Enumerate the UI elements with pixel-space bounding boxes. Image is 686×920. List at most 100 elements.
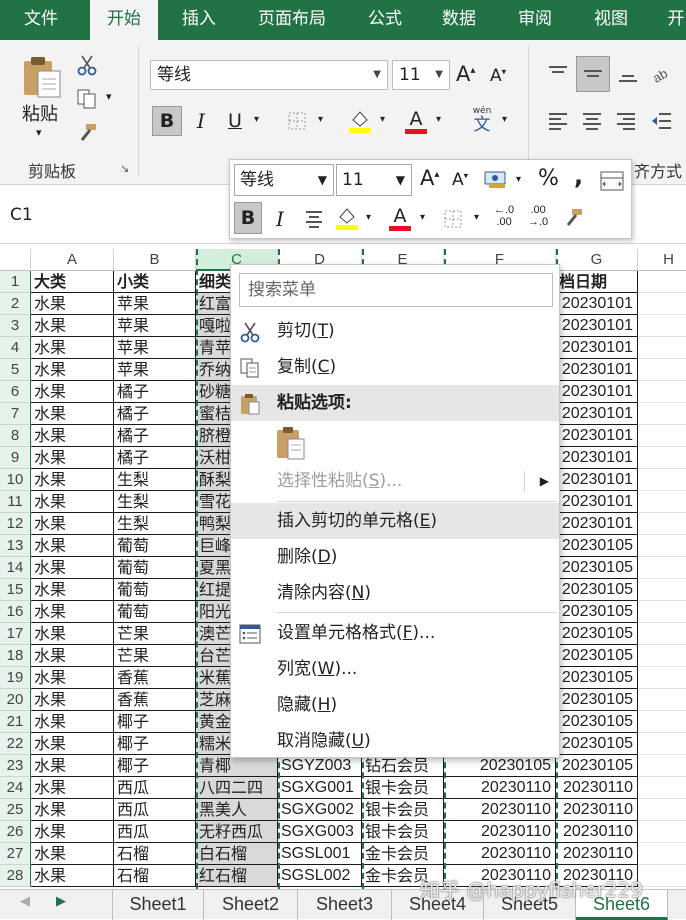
table-cell[interactable]: 20230110 <box>556 777 638 799</box>
table-cell[interactable]: 橘子 <box>114 403 196 425</box>
table-cell[interactable]: 20230101 <box>556 337 638 359</box>
table-cell[interactable]: 椰子 <box>114 733 196 755</box>
table-cell[interactable]: 红石榴 <box>196 865 278 887</box>
table-cell[interactable]: 西瓜 <box>114 799 196 821</box>
table-cell[interactable]: 水果 <box>31 293 114 315</box>
row-header[interactable]: 9 <box>0 447 31 469</box>
table-cell[interactable]: 葡萄 <box>114 601 196 623</box>
table-cell[interactable]: 水果 <box>31 843 114 865</box>
menu-item-hide[interactable]: 隐藏(H) <box>231 687 559 723</box>
row-header[interactable]: 28 <box>0 865 31 887</box>
chevron-down-icon[interactable]: ▾ <box>254 114 259 125</box>
mini-fill-color-icon[interactable] <box>332 202 362 234</box>
table-cell[interactable]: 20230110 <box>444 843 556 865</box>
table-cell[interactable]: 西瓜 <box>114 821 196 843</box>
table-cell[interactable]: 20230105 <box>556 623 638 645</box>
row-header[interactable]: 5 <box>0 359 31 381</box>
chevron-down-icon[interactable]: ▾ <box>474 212 479 223</box>
table-cell-empty[interactable] <box>638 711 686 733</box>
name-box[interactable]: C1 <box>0 197 180 233</box>
tab-file[interactable]: 文件 <box>6 0 76 40</box>
table-cell-empty[interactable] <box>638 755 686 777</box>
underline-button[interactable]: U <box>222 106 248 136</box>
header-cell[interactable]: 档日期 <box>556 271 638 293</box>
table-cell[interactable]: 20230105 <box>556 557 638 579</box>
table-cell-empty[interactable] <box>638 381 686 403</box>
decrease-decimal-button[interactable]: .00 →.0 <box>528 204 548 228</box>
tab-insert[interactable]: 插入 <box>166 0 232 40</box>
table-cell[interactable]: 20230105 <box>556 755 638 777</box>
copy-dropdown-icon[interactable]: ▾ <box>106 90 112 103</box>
bold-button[interactable]: B <box>152 106 182 136</box>
chevron-down-icon[interactable]: ▾ <box>420 212 425 223</box>
table-cell-empty[interactable] <box>638 667 686 689</box>
menu-item-column-width[interactable]: 列宽(W)... <box>231 651 559 687</box>
table-cell[interactable]: 椰子 <box>114 711 196 733</box>
table-cell[interactable]: 苹果 <box>114 293 196 315</box>
column-header-b[interactable]: B <box>114 249 196 271</box>
paste-option-button[interactable] <box>275 425 309 463</box>
fill-color-icon[interactable] <box>346 106 374 136</box>
table-cell[interactable]: 水果 <box>31 865 114 887</box>
table-cell[interactable]: 水果 <box>31 579 114 601</box>
tab-developer-partial[interactable]: 开 <box>656 0 686 40</box>
header-cell[interactable]: 大类 <box>31 271 114 293</box>
chevron-down-icon[interactable]: ▾ <box>436 114 441 125</box>
table-cell-empty[interactable] <box>638 733 686 755</box>
table-cell[interactable]: 水果 <box>31 447 114 469</box>
table-cell[interactable]: 橘子 <box>114 447 196 469</box>
table-cell-empty[interactable] <box>638 579 686 601</box>
chevron-down-icon[interactable]: ▾ <box>502 114 507 125</box>
table-cell[interactable]: 水果 <box>31 403 114 425</box>
chevron-down-icon[interactable]: ▼ <box>396 165 405 195</box>
tab-formulas[interactable]: 公式 <box>352 0 418 40</box>
align-top-icon[interactable] <box>544 60 572 88</box>
table-cell[interactable]: 生梨 <box>114 491 196 513</box>
table-cell[interactable]: 葡萄 <box>114 535 196 557</box>
table-cell[interactable]: 苹果 <box>114 315 196 337</box>
table-cell[interactable]: 苹果 <box>114 337 196 359</box>
chevron-down-icon[interactable]: ▾ <box>366 212 371 223</box>
tab-home[interactable]: 开始 <box>90 0 158 42</box>
select-all-corner[interactable] <box>0 249 31 271</box>
table-cell-empty[interactable] <box>638 447 686 469</box>
chevron-down-icon[interactable]: ▼ <box>435 61 443 89</box>
table-cell[interactable]: 水果 <box>31 469 114 491</box>
row-header[interactable]: 8 <box>0 425 31 447</box>
paste-dropdown-icon[interactable]: ▾ <box>36 126 42 139</box>
mini-align-center-icon[interactable] <box>300 204 328 234</box>
table-cell-empty[interactable] <box>638 513 686 535</box>
table-cell[interactable]: 银卡会员 <box>362 821 444 843</box>
tab-page-layout[interactable]: 页面布局 <box>244 0 340 40</box>
row-header[interactable]: 11 <box>0 491 31 513</box>
row-header[interactable]: 26 <box>0 821 31 843</box>
table-cell[interactable]: 芒果 <box>114 623 196 645</box>
table-cell[interactable]: 椰子 <box>114 755 196 777</box>
table-cell[interactable]: 水果 <box>31 667 114 689</box>
row-header[interactable]: 4 <box>0 337 31 359</box>
table-cell[interactable]: 水果 <box>31 733 114 755</box>
table-cell[interactable]: 20230105 <box>556 601 638 623</box>
menu-search-input[interactable]: 搜索菜单 <box>239 273 553 307</box>
decrease-font-icon[interactable]: A▾ <box>490 66 506 86</box>
table-cell-empty[interactable] <box>638 271 686 293</box>
table-cell[interactable]: 20230110 <box>556 843 638 865</box>
table-cell-empty[interactable] <box>638 821 686 843</box>
align-middle-icon[interactable] <box>576 56 610 92</box>
table-cell[interactable]: 生梨 <box>114 513 196 535</box>
sheet-tab-3[interactable]: Sheet3 <box>298 890 392 920</box>
table-cell-empty[interactable] <box>638 843 686 865</box>
table-cell-empty[interactable] <box>638 645 686 667</box>
percent-style-button[interactable]: % <box>538 166 559 191</box>
table-cell[interactable]: 水果 <box>31 645 114 667</box>
table-cell[interactable]: 金卡会员 <box>362 843 444 865</box>
align-left-icon[interactable] <box>544 106 572 136</box>
table-cell[interactable]: 苹果 <box>114 359 196 381</box>
clipboard-launcher-icon[interactable]: ↘ <box>120 162 129 175</box>
table-cell[interactable]: 生梨 <box>114 469 196 491</box>
table-cell-empty[interactable] <box>638 425 686 447</box>
table-cell[interactable]: 水果 <box>31 491 114 513</box>
copy-icon[interactable] <box>74 86 100 112</box>
table-cell[interactable]: 香蕉 <box>114 689 196 711</box>
menu-item-format-cells[interactable]: 设置单元格格式(F)... <box>231 615 559 651</box>
